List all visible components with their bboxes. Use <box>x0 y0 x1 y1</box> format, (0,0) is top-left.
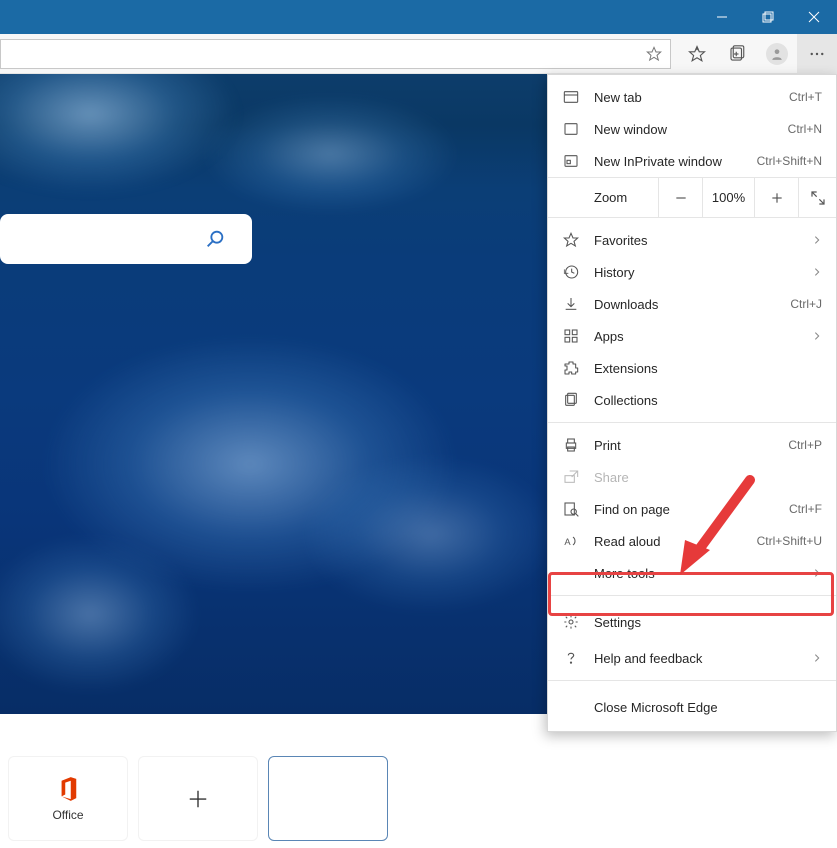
menu-share: Share <box>548 461 836 493</box>
menu-shortcut: Ctrl+T <box>789 90 822 104</box>
zoom-out-button[interactable] <box>658 178 702 218</box>
favorites-icon <box>562 232 580 248</box>
menu-label: New InPrivate window <box>594 154 743 169</box>
menu-label: History <box>594 265 798 280</box>
profile-button[interactable] <box>757 34 797 74</box>
menu-zoom-row: Zoom 100% <box>548 177 836 217</box>
tile-empty[interactable] <box>268 756 388 841</box>
zoom-label: Zoom <box>548 190 658 205</box>
zoom-value: 100% <box>702 178 754 218</box>
settings-icon <box>562 614 580 630</box>
chevron-right-icon <box>812 267 822 277</box>
maximize-button[interactable] <box>745 0 791 34</box>
menu-extensions[interactable]: Extensions <box>548 352 836 384</box>
settings-and-more-menu: New tab Ctrl+T New window Ctrl+N New InP… <box>547 74 837 732</box>
quick-links: Office <box>8 756 388 841</box>
menu-label: More tools <box>594 566 798 581</box>
more-button[interactable] <box>797 34 837 74</box>
menu-print[interactable]: Print Ctrl+P <box>548 429 836 461</box>
menu-help[interactable]: Help and feedback <box>548 642 836 674</box>
tile-add[interactable] <box>138 756 258 841</box>
menu-label: Apps <box>594 329 798 344</box>
menu-new-inprivate[interactable]: New InPrivate window Ctrl+Shift+N <box>548 145 836 177</box>
history-icon <box>562 264 580 280</box>
menu-label: Read aloud <box>594 534 743 549</box>
svg-text:A: A <box>564 537 571 547</box>
menu-label: Favorites <box>594 233 798 248</box>
share-icon <box>562 469 580 485</box>
search-icon <box>204 228 226 250</box>
menu-label: Extensions <box>594 361 822 376</box>
office-icon <box>57 776 79 802</box>
tile-office[interactable]: Office <box>8 756 128 841</box>
menu-label: Downloads <box>594 297 776 312</box>
downloads-icon <box>562 296 580 312</box>
window-titlebar <box>0 0 837 34</box>
menu-shortcut: Ctrl+Shift+N <box>757 154 822 168</box>
fullscreen-button[interactable] <box>798 178 836 218</box>
menu-apps[interactable]: Apps <box>548 320 836 352</box>
menu-shortcut: Ctrl+F <box>789 502 822 516</box>
extensions-icon <box>562 360 580 376</box>
close-window-button[interactable] <box>791 0 837 34</box>
menu-label: Settings <box>594 615 822 630</box>
menu-favorites[interactable]: Favorites <box>548 224 836 256</box>
menu-label: Print <box>594 438 774 453</box>
menu-shortcut: Ctrl+J <box>790 297 822 311</box>
zoom-in-button[interactable] <box>754 178 798 218</box>
help-icon <box>562 650 580 666</box>
favorite-star-icon[interactable] <box>646 46 662 62</box>
menu-label: Help and feedback <box>594 651 798 666</box>
collections-button[interactable] <box>717 34 757 74</box>
minimize-button[interactable] <box>699 0 745 34</box>
favorites-button[interactable] <box>677 34 717 74</box>
menu-label: New tab <box>594 90 775 105</box>
tile-label: Office <box>52 808 83 822</box>
menu-collections[interactable]: Collections <box>548 384 836 416</box>
plus-icon <box>187 788 209 810</box>
menu-read-aloud[interactable]: A Read aloud Ctrl+Shift+U <box>548 525 836 557</box>
address-bar[interactable] <box>0 39 671 69</box>
menu-close-edge[interactable]: Close Microsoft Edge <box>548 687 836 727</box>
menu-downloads[interactable]: Downloads Ctrl+J <box>548 288 836 320</box>
menu-find[interactable]: Find on page Ctrl+F <box>548 493 836 525</box>
print-icon <box>562 437 580 453</box>
menu-shortcut: Ctrl+P <box>788 438 822 452</box>
new-window-icon <box>562 121 580 137</box>
inprivate-icon <box>562 153 580 169</box>
menu-label: New window <box>594 122 774 137</box>
new-tab-icon <box>562 89 580 105</box>
chevron-right-icon <box>812 331 822 341</box>
chevron-right-icon <box>812 235 822 245</box>
browser-toolbar <box>0 34 837 74</box>
read-aloud-icon: A <box>562 533 580 549</box>
menu-new-window[interactable]: New window Ctrl+N <box>548 113 836 145</box>
menu-label: Find on page <box>594 502 775 517</box>
find-icon <box>562 501 580 517</box>
menu-settings[interactable]: Settings <box>548 602 836 642</box>
menu-label: Collections <box>594 393 822 408</box>
chevron-right-icon <box>812 653 822 663</box>
apps-icon <box>562 328 580 344</box>
chevron-right-icon <box>812 568 822 578</box>
menu-new-tab[interactable]: New tab Ctrl+T <box>548 81 836 113</box>
menu-label: Share <box>594 470 822 485</box>
menu-label: Close Microsoft Edge <box>594 700 822 715</box>
menu-history[interactable]: History <box>548 256 836 288</box>
new-tab-search-box[interactable] <box>0 214 252 264</box>
menu-shortcut: Ctrl+N <box>788 122 822 136</box>
menu-shortcut: Ctrl+Shift+U <box>757 534 822 548</box>
collections-icon <box>562 392 580 408</box>
menu-more-tools[interactable]: More tools <box>548 557 836 589</box>
